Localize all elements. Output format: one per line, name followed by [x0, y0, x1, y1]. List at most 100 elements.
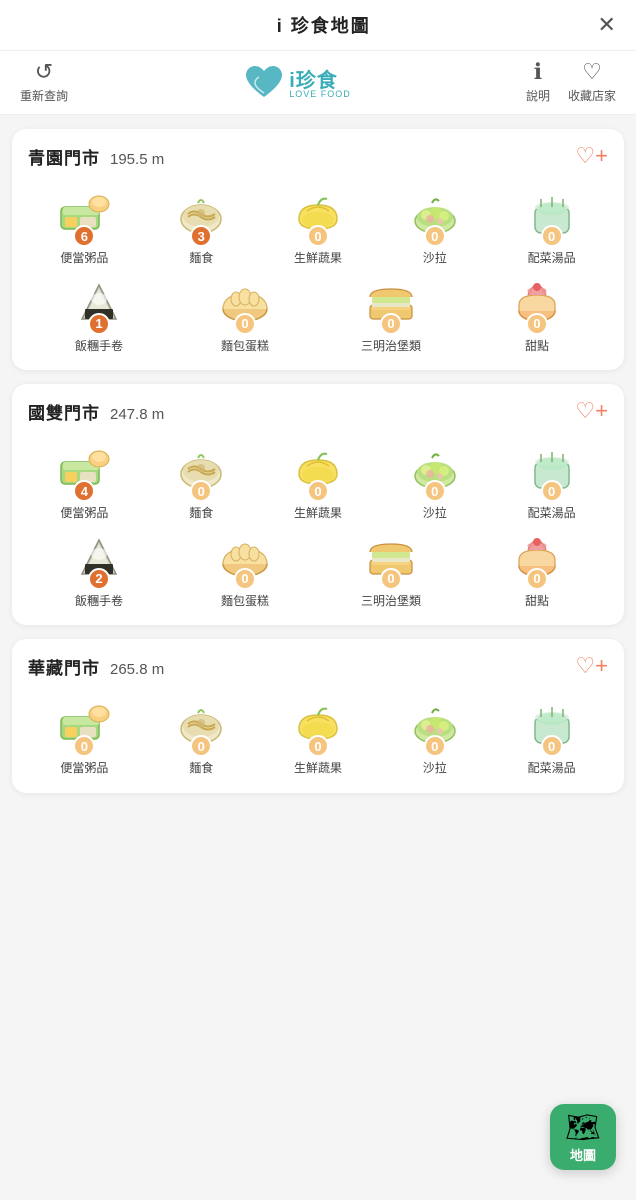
- food-label: 三明治堡類: [361, 339, 421, 355]
- food-label: 便當粥品: [60, 251, 108, 267]
- food-icon-wrap: 0: [52, 693, 116, 757]
- food-badge: 6: [73, 225, 95, 247]
- food-label: 生鮮蔬果: [294, 506, 342, 522]
- food-item[interactable]: 0 沙拉: [378, 693, 491, 777]
- food-icon-wrap: 0: [505, 271, 569, 335]
- food-icon-wrap: 0: [359, 271, 423, 335]
- favorite-button[interactable]: ♡ 收藏店家: [568, 59, 616, 104]
- food-icon-wrap: 4: [52, 438, 116, 502]
- food-item[interactable]: 0 沙拉: [378, 438, 491, 522]
- food-icon-wrap: 0: [213, 526, 277, 590]
- food-item[interactable]: 4便當粥品: [28, 438, 141, 522]
- food-badge: 0: [73, 735, 95, 757]
- stores-container: 青園門市195.5 m♡+ 6便當粥品 3麵食 0生鮮蔬果 0沙拉 0配菜湯品: [0, 115, 636, 807]
- store-favorite-button[interactable]: ♡+: [575, 653, 608, 679]
- food-item[interactable]: 0配菜湯品: [495, 438, 608, 522]
- food-icon-wrap: 0: [520, 438, 584, 502]
- food-grid-row2: 2飯糰手卷 0 麵包蛋糕 0三明治堡類 0 甜點: [28, 526, 608, 610]
- food-item[interactable]: 6 便當粥品: [28, 183, 141, 267]
- food-item[interactable]: 0 配菜湯品: [495, 693, 608, 777]
- food-item[interactable]: 0配菜湯品: [495, 183, 608, 267]
- store-favorite-button[interactable]: ♡+: [575, 398, 608, 424]
- food-label: 麵食: [189, 761, 213, 777]
- food-badge: 0: [307, 735, 329, 757]
- food-item[interactable]: 0 生鮮蔬果: [262, 693, 375, 777]
- food-label: 飯糰手卷: [75, 339, 123, 355]
- food-icon-wrap: 0: [169, 693, 233, 757]
- food-item[interactable]: 0 生鮮蔬果: [262, 438, 375, 522]
- food-label: 沙拉: [423, 506, 447, 522]
- nav-bar: ↺ 重新查詢 i珍食 LOVE FOOD ℹ 說明 ♡ 收藏店家: [0, 51, 636, 115]
- store-name-row: 國雙門市247.8 m: [28, 399, 164, 424]
- food-badge: 2: [88, 568, 110, 590]
- store-name: 華藏門市: [28, 654, 100, 679]
- store-card-1: 國雙門市247.8 m ♡+ 4便當粥品 0麵食 0 生鮮蔬果 0 沙拉 0配菜湯品: [12, 384, 624, 625]
- food-item[interactable]: 0沙拉: [378, 183, 491, 267]
- food-label: 生鮮蔬果: [294, 251, 342, 267]
- info-icon: ℹ: [534, 59, 542, 85]
- store-header-1: 國雙門市247.8 m ♡+: [28, 398, 608, 424]
- food-item[interactable]: 0 三明治堡類: [320, 271, 462, 355]
- nav-right: ℹ 說明 ♡ 收藏店家: [526, 59, 616, 104]
- logo-sub: LOVE FOOD: [289, 89, 351, 99]
- food-item[interactable]: 0 麵食: [145, 693, 258, 777]
- food-badge: 0: [190, 735, 212, 757]
- food-item[interactable]: 0麵包蛋糕: [174, 271, 316, 355]
- page-title: i 珍食地圖: [277, 12, 371, 38]
- refresh-button[interactable]: ↺ 重新查詢: [20, 59, 68, 104]
- food-item[interactable]: 0三明治堡類: [320, 526, 462, 610]
- food-item[interactable]: 2飯糰手卷: [28, 526, 170, 610]
- food-label: 麵包蛋糕: [221, 594, 269, 610]
- close-button[interactable]: ✕: [598, 14, 616, 36]
- food-icon-wrap: 0: [286, 183, 350, 247]
- food-label: 沙拉: [423, 761, 447, 777]
- logo-heart-icon: [243, 63, 285, 101]
- food-grid-row1: 6便當粥品 3麵食 0生鮮蔬果 0沙拉 0配菜湯品: [28, 183, 608, 267]
- food-item[interactable]: 0 便當粥品: [28, 693, 141, 777]
- food-label: 配菜湯品: [528, 761, 576, 777]
- food-item[interactable]: 1 飯糰手卷: [28, 271, 170, 355]
- food-icon-wrap: 3: [169, 183, 233, 247]
- food-item[interactable]: 0麵食: [145, 438, 258, 522]
- food-badge: 0: [424, 480, 446, 502]
- food-label: 麵包蛋糕: [221, 339, 269, 355]
- map-fab-button[interactable]: 🗺 地圖: [550, 1104, 616, 1170]
- food-badge: 3: [190, 225, 212, 247]
- food-label: 便當粥品: [60, 761, 108, 777]
- food-grid-row1: 4便當粥品 0麵食 0 生鮮蔬果 0 沙拉 0配菜湯品: [28, 438, 608, 522]
- food-icon-wrap: 6: [52, 183, 116, 247]
- food-icon-wrap: 0: [403, 693, 467, 757]
- food-icon-wrap: 0: [520, 693, 584, 757]
- help-button[interactable]: ℹ 說明: [526, 59, 550, 104]
- food-item[interactable]: 3麵食: [145, 183, 258, 267]
- food-badge: 1: [88, 313, 110, 335]
- food-icon-wrap: 0: [403, 183, 467, 247]
- title-bar: i 珍食地圖 ✕: [0, 0, 636, 51]
- food-label: 三明治堡類: [361, 594, 421, 610]
- food-item[interactable]: 0 麵包蛋糕: [174, 526, 316, 610]
- food-badge: 0: [190, 480, 212, 502]
- store-name-row: 青園門市195.5 m: [28, 144, 164, 169]
- food-item[interactable]: 0 甜點: [466, 526, 608, 610]
- food-badge: 0: [526, 313, 548, 335]
- map-fab-label: 地圖: [570, 1145, 596, 1164]
- food-label: 配菜湯品: [528, 251, 576, 267]
- food-label: 生鮮蔬果: [294, 761, 342, 777]
- food-grid-row2: 1飯糰手卷 0麵包蛋糕 0三明治堡類 0甜點: [28, 271, 608, 355]
- store-favorite-button[interactable]: ♡+: [575, 143, 608, 169]
- food-icon-wrap: 0: [286, 438, 350, 502]
- favorite-label: 收藏店家: [568, 87, 616, 104]
- store-distance: 195.5 m: [110, 151, 164, 168]
- logo-area: i珍食 LOVE FOOD: [243, 63, 351, 101]
- food-icon-wrap: 2: [67, 526, 131, 590]
- food-icon-wrap: 1: [67, 271, 131, 335]
- food-item[interactable]: 0甜點: [466, 271, 608, 355]
- map-fab-icon: 🗺: [565, 1111, 601, 1144]
- food-badge: 0: [424, 225, 446, 247]
- food-item[interactable]: 0 生鮮蔬果: [262, 183, 375, 267]
- food-icon-wrap: 0: [505, 526, 569, 590]
- food-label: 甜點: [525, 594, 549, 610]
- food-badge: 0: [307, 480, 329, 502]
- store-distance: 265.8 m: [110, 661, 164, 678]
- food-badge: 0: [541, 480, 563, 502]
